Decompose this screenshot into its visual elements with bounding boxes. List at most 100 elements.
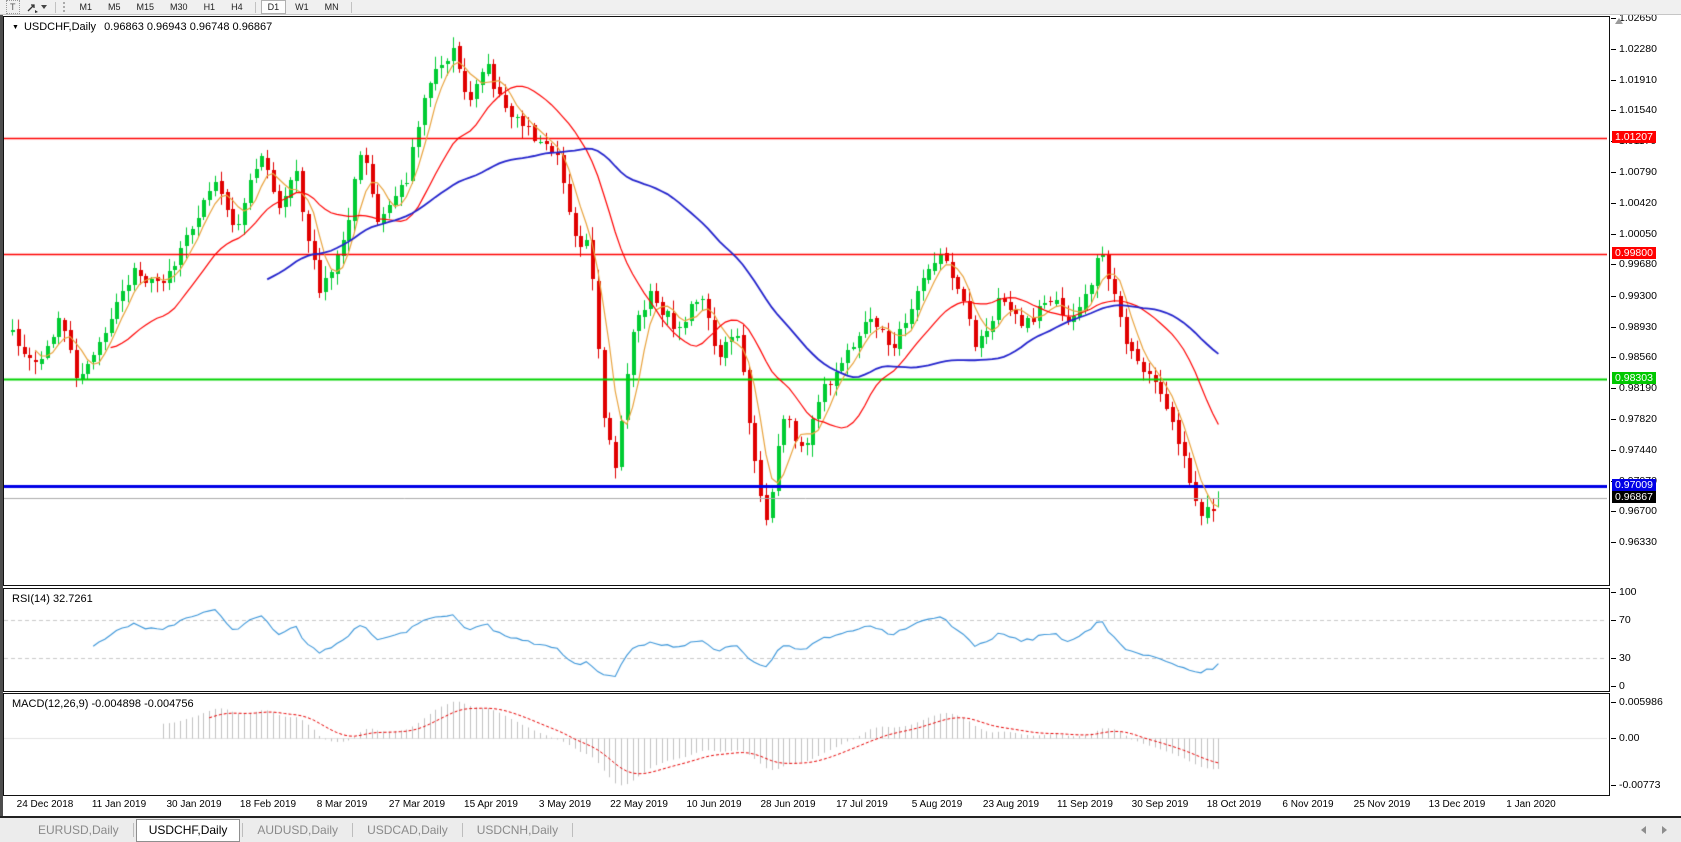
timeframe-button-m1[interactable]: M1 xyxy=(73,0,100,14)
symbol-timeframe-label: USDCHF,Daily xyxy=(23,21,97,33)
tab-usdcad[interactable]: USDCAD,Daily xyxy=(355,820,460,841)
price-tick-mark xyxy=(1611,327,1616,328)
price-axis-label: 1.01910 xyxy=(1619,74,1657,86)
macd-axis-label: 0.005986 xyxy=(1619,696,1663,708)
price-tick-mark xyxy=(1611,203,1616,204)
timeframe-button-h4[interactable]: H4 xyxy=(224,0,250,14)
timeframe-group: M1 M5 M15 M30 H1 H4 D1 W1 MN xyxy=(72,0,356,14)
rsi-panel[interactable]: RSI(14) 32.7261 xyxy=(3,588,1610,692)
price-axis-label: 0.97440 xyxy=(1619,444,1657,456)
date-axis-label: 1 Jan 2020 xyxy=(1506,799,1556,810)
macd-tick-mark xyxy=(1611,702,1616,703)
timeframe-button-d1[interactable]: D1 xyxy=(260,0,287,14)
price-tick-mark xyxy=(1611,542,1616,543)
macd-canvas[interactable] xyxy=(4,694,1607,793)
toolbar-separator xyxy=(350,1,352,13)
collapse-icon[interactable]: ▼ xyxy=(12,24,19,31)
top-toolbar: T M1 M5 M15 M30 H1 H4 D1 W1 MN xyxy=(0,0,1681,15)
rsi-axis-label: 30 xyxy=(1619,652,1631,664)
price-tick-mark xyxy=(1611,419,1616,420)
price-tick-mark xyxy=(1611,234,1616,235)
toolbar-grip[interactable] xyxy=(62,2,67,12)
date-axis-label: 18 Feb 2019 xyxy=(239,799,297,810)
rsi-canvas[interactable] xyxy=(4,589,1607,689)
tab-separator xyxy=(572,823,574,837)
price-axis-label: 1.01540 xyxy=(1619,104,1657,116)
date-axis-label: 23 Aug 2019 xyxy=(982,799,1040,810)
price-axis-label: 1.02280 xyxy=(1619,43,1657,55)
date-axis-label: 10 Jun 2019 xyxy=(686,799,742,810)
price-level-label: 0.99800 xyxy=(1612,247,1656,259)
arrow-style-tool[interactable] xyxy=(23,1,51,13)
timeframe-button-w1[interactable]: W1 xyxy=(288,0,316,14)
price-axis-label: 0.97820 xyxy=(1619,413,1657,425)
price-tick-mark xyxy=(1611,49,1616,50)
macd-panel[interactable]: MACD(12,26,9) -0.004898 -0.004756 xyxy=(3,693,1610,796)
macd-tick-mark xyxy=(1611,785,1616,786)
toolbar-separator xyxy=(254,1,256,13)
tab-nav xyxy=(1641,826,1667,834)
price-chart-canvas[interactable] xyxy=(4,17,1607,583)
date-axis-label: 15 Apr 2019 xyxy=(464,799,518,810)
price-tick-mark xyxy=(1611,388,1616,389)
tab-scroll-right-icon[interactable] xyxy=(1662,826,1667,834)
price-tick-mark xyxy=(1611,357,1616,358)
date-axis-label: 17 Jul 2019 xyxy=(836,799,888,810)
time-axis[interactable]: 24 Dec 2018 11 Jan 2019 30 Jan 2019 18 Feb … xyxy=(3,796,1608,816)
timeframe-button-m30[interactable]: M30 xyxy=(163,0,195,14)
tab-usdcnh[interactable]: USDCNH,Daily xyxy=(465,820,570,841)
chart-title: ▼ USDCHF,Daily 0.96863 0.96943 0.96748 0.9… xyxy=(12,21,272,33)
macd-tick-mark xyxy=(1611,738,1616,739)
main-chart-panel[interactable]: ▼ USDCHF,Daily 0.96863 0.96943 0.96748 0.9… xyxy=(3,16,1610,586)
text-label-tool[interactable]: T xyxy=(6,0,20,14)
macd-label: MACD(12,26,9) -0.004898 -0.004756 xyxy=(12,698,194,710)
rsi-axis-label: 100 xyxy=(1619,586,1637,598)
date-axis-label: 5 Aug 2019 xyxy=(911,799,963,810)
rsi-tick-mark xyxy=(1611,592,1616,593)
date-axis-label: 11 Jan 2019 xyxy=(91,799,147,810)
rsi-tick-mark xyxy=(1611,686,1616,687)
chart-window: ▼ USDCHF,Daily 0.96863 0.96943 0.96748 0.9… xyxy=(0,12,1681,816)
price-axis[interactable]: 1.026501.022801.019101.015401.011701.007… xyxy=(1609,12,1681,816)
date-axis-label: 28 Jun 2019 xyxy=(760,799,816,810)
price-tick-mark xyxy=(1611,110,1616,111)
timeframe-button-mn[interactable]: MN xyxy=(318,0,346,14)
price-tick-mark xyxy=(1611,80,1616,81)
tab-separator xyxy=(352,823,354,837)
chart-tabs: EURUSD,Daily USDCHF,Daily AUDUSD,Daily USDC… xyxy=(26,818,575,842)
date-axis-label: 3 May 2019 xyxy=(538,799,592,810)
ohlc-values: 0.96863 0.96943 0.96748 0.96867 xyxy=(104,21,273,33)
timeframe-button-m5[interactable]: M5 xyxy=(101,0,128,14)
rsi-tick-mark xyxy=(1611,620,1616,621)
price-axis-label: 0.99680 xyxy=(1619,258,1657,270)
price-axis-label: 0.98930 xyxy=(1619,321,1657,333)
tab-scroll-left-icon[interactable] xyxy=(1641,826,1646,834)
timeframe-button-m15[interactable]: M15 xyxy=(130,0,162,14)
price-axis-label: 0.98560 xyxy=(1619,351,1657,363)
tab-eurusd[interactable]: EURUSD,Daily xyxy=(26,820,131,841)
tab-usdchf[interactable]: USDCHF,Daily xyxy=(135,818,241,842)
macd-axis-label: -0.00773 xyxy=(1619,779,1661,791)
rsi-tick-mark xyxy=(1611,658,1616,659)
price-level-label: 0.97009 xyxy=(1612,479,1656,491)
toolbar-separator xyxy=(54,1,56,13)
price-level-label: 0.96867 xyxy=(1612,491,1656,503)
date-axis-label: 13 Dec 2019 xyxy=(1428,799,1486,810)
timeframe-button-h1[interactable]: H1 xyxy=(197,0,223,14)
price-tick-mark xyxy=(1611,296,1616,297)
tab-audusd[interactable]: AUDUSD,Daily xyxy=(245,820,350,841)
price-axis-label: 1.00420 xyxy=(1619,197,1657,209)
price-tick-mark xyxy=(1611,264,1616,265)
price-tick-mark xyxy=(1611,450,1616,451)
price-axis-label: 0.96330 xyxy=(1619,536,1657,548)
date-axis-label: 22 May 2019 xyxy=(610,799,668,810)
rsi-label: RSI(14) 32.7261 xyxy=(12,593,93,605)
price-level-label: 0.98303 xyxy=(1612,372,1656,384)
date-axis-label: 25 Nov 2019 xyxy=(1353,799,1411,810)
dropdown-caret-icon xyxy=(40,5,47,9)
tab-separator xyxy=(242,823,244,837)
price-axis-label: 1.00790 xyxy=(1619,166,1657,178)
chart-shift-marker xyxy=(1615,18,1623,24)
date-axis-label: 8 Mar 2019 xyxy=(316,799,368,810)
price-axis-label: 0.99300 xyxy=(1619,290,1657,302)
